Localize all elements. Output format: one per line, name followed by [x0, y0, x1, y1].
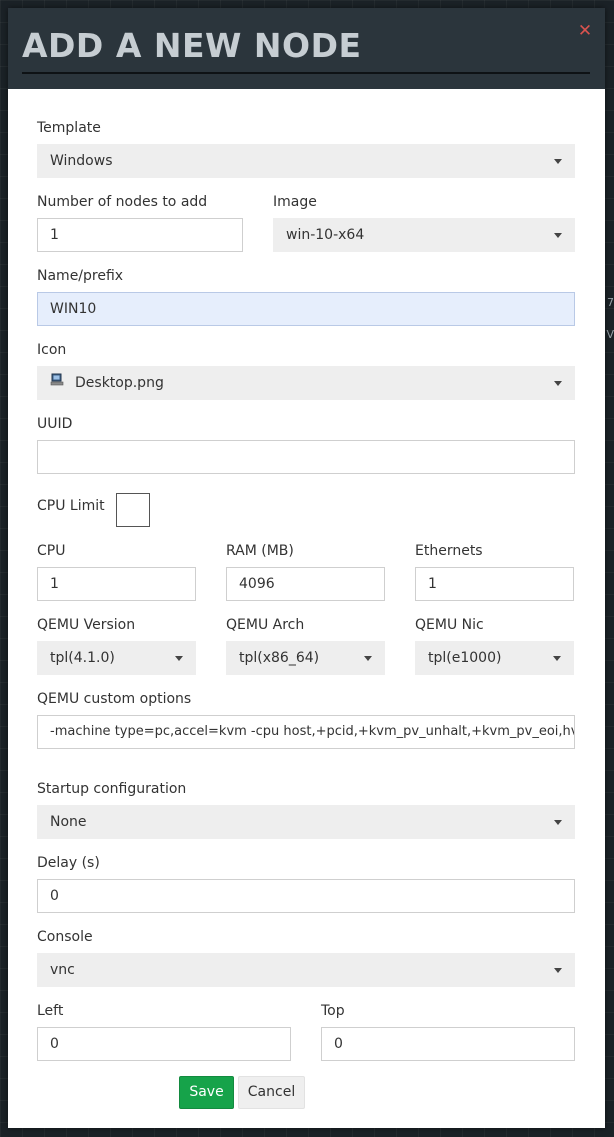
cpu-input[interactable]: 1: [37, 567, 196, 601]
qemu-arch-select[interactable]: tpl(x86_64): [226, 641, 385, 675]
cpu-value: 1: [50, 576, 59, 592]
num-nodes-label: Number of nodes to add: [37, 194, 208, 210]
left-input[interactable]: 0: [37, 1027, 291, 1061]
qemu-nic-select[interactable]: tpl(e1000): [415, 641, 574, 675]
console-value: vnc: [50, 962, 75, 978]
num-nodes-value: 1: [50, 227, 59, 243]
qemu-options-input[interactable]: -machine type=pc,accel=kvm -cpu host,+pc…: [37, 715, 575, 749]
close-button[interactable]: ✕: [576, 22, 594, 40]
modal-header: ADD A NEW NODE ✕: [8, 8, 605, 89]
chevron-down-icon: [553, 656, 561, 661]
ram-label: RAM (MB): [226, 543, 294, 559]
icon-label: Icon: [37, 342, 67, 358]
template-select[interactable]: Windows: [37, 144, 575, 178]
qemu-arch-value: tpl(x86_64): [239, 650, 320, 666]
modal-title: ADD A NEW NODE: [22, 26, 362, 65]
qemu-arch-label: QEMU Arch: [226, 617, 305, 633]
cpu-limit-label: CPU Limit: [37, 498, 105, 514]
ram-input[interactable]: 4096: [226, 567, 385, 601]
image-label: Image: [273, 194, 317, 210]
qemu-options-label: QEMU custom options: [37, 691, 192, 707]
name-prefix-value: WIN10: [50, 301, 97, 317]
left-value: 0: [50, 1036, 59, 1052]
delay-input[interactable]: 0: [37, 879, 575, 913]
background-text-fragment: 7: [607, 296, 614, 309]
image-value: win-10-x64: [286, 227, 365, 243]
top-value: 0: [334, 1036, 343, 1052]
chevron-down-icon: [554, 381, 562, 386]
ethernets-value: 1: [428, 576, 437, 592]
startup-config-label: Startup configuration: [37, 781, 187, 797]
cpu-limit-checkbox[interactable]: [116, 493, 150, 527]
top-label: Top: [321, 1003, 345, 1019]
chevron-down-icon: [554, 159, 562, 164]
delay-label: Delay (s): [37, 855, 100, 871]
close-x-icon: ✕: [577, 21, 593, 41]
cpu-label: CPU: [37, 543, 66, 559]
startup-config-value: None: [50, 814, 87, 830]
image-select[interactable]: win-10-x64: [273, 218, 575, 252]
top-input[interactable]: 0: [321, 1027, 575, 1061]
qemu-nic-label: QEMU Nic: [415, 617, 484, 633]
num-nodes-input[interactable]: 1: [37, 218, 243, 252]
background-text-fragment: V: [606, 328, 614, 341]
icon-select[interactable]: Desktop.png: [37, 366, 575, 400]
ethernets-input[interactable]: 1: [415, 567, 574, 601]
name-prefix-label: Name/prefix: [37, 268, 124, 284]
qemu-version-select[interactable]: tpl(4.1.0): [37, 641, 196, 675]
left-label: Left: [37, 1003, 64, 1019]
qemu-version-value: tpl(4.1.0): [50, 650, 115, 666]
chevron-down-icon: [364, 656, 372, 661]
ethernets-label: Ethernets: [415, 543, 483, 559]
uuid-label: UUID: [37, 416, 73, 432]
cancel-button[interactable]: Cancel: [238, 1076, 305, 1109]
template-label: Template: [37, 120, 101, 136]
template-value: Windows: [50, 153, 113, 169]
chevron-down-icon: [175, 656, 183, 661]
chevron-down-icon: [554, 233, 562, 238]
chevron-down-icon: [554, 820, 562, 825]
ram-value: 4096: [239, 576, 275, 592]
qemu-options-value: -machine type=pc,accel=kvm -cpu host,+pc…: [50, 724, 575, 739]
console-label: Console: [37, 929, 93, 945]
delay-value: 0: [50, 888, 59, 904]
chevron-down-icon: [554, 968, 562, 973]
uuid-input[interactable]: [37, 440, 575, 474]
qemu-version-label: QEMU Version: [37, 617, 136, 633]
name-prefix-input[interactable]: WIN10: [37, 292, 575, 326]
icon-value: Desktop.png: [75, 375, 164, 391]
title-divider: [22, 72, 590, 74]
desktop-computer-icon: [50, 367, 65, 399]
save-button[interactable]: Save: [179, 1076, 234, 1109]
console-select[interactable]: vnc: [37, 953, 575, 987]
qemu-nic-value: tpl(e1000): [428, 650, 502, 666]
startup-config-select[interactable]: None: [37, 805, 575, 839]
